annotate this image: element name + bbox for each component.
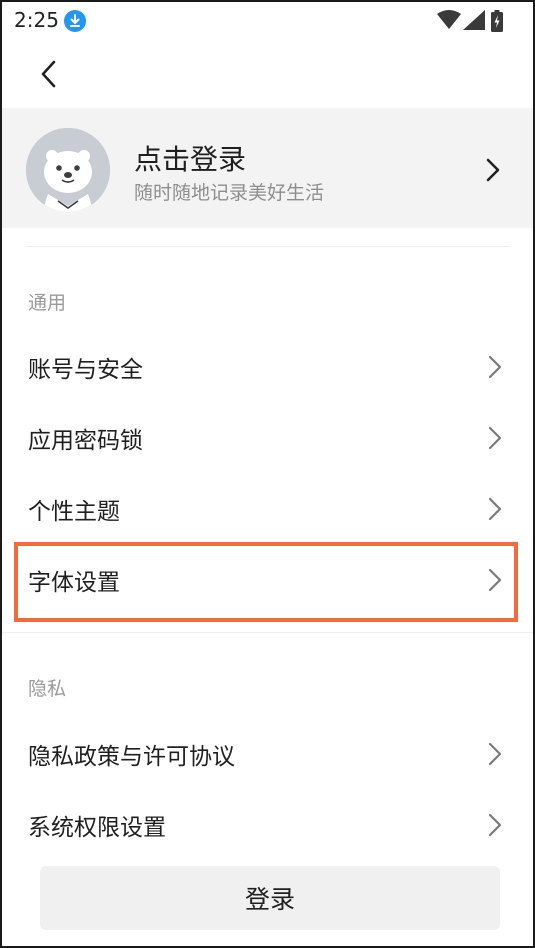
settings-item-theme[interactable]: 个性主题 bbox=[2, 474, 533, 544]
back-button[interactable] bbox=[32, 56, 68, 92]
settings-item-system-permissions[interactable]: 系统权限设置 bbox=[2, 790, 533, 860]
divider bbox=[26, 246, 510, 247]
status-bar: 2:25 bbox=[2, 2, 533, 42]
settings-item-label: 隐私政策与许可协议 bbox=[28, 744, 235, 770]
settings-item-app-lock[interactable]: 应用密码锁 bbox=[2, 403, 533, 473]
settings-item-account-security[interactable]: 账号与安全 bbox=[2, 332, 533, 402]
download-icon bbox=[64, 10, 86, 32]
chevron-right-icon bbox=[488, 355, 502, 379]
profile-title: 点击登录 bbox=[134, 143, 247, 176]
settings-item-label: 个性主题 bbox=[28, 499, 120, 525]
chevron-right-icon bbox=[488, 813, 502, 837]
wifi-icon bbox=[437, 10, 461, 29]
profile-login-card[interactable]: 点击登录 随时随地记录美好生活 bbox=[2, 108, 533, 228]
highlight-box bbox=[14, 542, 518, 622]
login-button[interactable]: 登录 bbox=[40, 866, 500, 930]
section-label-general: 通用 bbox=[28, 292, 67, 314]
otter-avatar-icon bbox=[26, 128, 110, 212]
avatar bbox=[26, 128, 110, 212]
profile-subtitle: 随时随地记录美好生活 bbox=[134, 182, 325, 204]
chevron-right-icon bbox=[488, 426, 502, 450]
status-time: 2:25 bbox=[14, 8, 59, 32]
divider bbox=[2, 632, 533, 633]
back-chevron-icon bbox=[41, 60, 56, 88]
settings-item-label: 账号与安全 bbox=[28, 357, 143, 383]
section-label-privacy: 隐私 bbox=[28, 678, 67, 700]
settings-item-privacy-policy[interactable]: 隐私政策与许可协议 bbox=[2, 719, 533, 789]
signal-icon bbox=[463, 10, 485, 30]
settings-item-label: 系统权限设置 bbox=[28, 815, 166, 841]
chevron-right-icon bbox=[486, 158, 500, 182]
chevron-right-icon bbox=[488, 742, 502, 766]
chevron-right-icon bbox=[488, 497, 502, 521]
battery-icon bbox=[491, 10, 503, 32]
settings-item-label: 应用密码锁 bbox=[28, 428, 143, 454]
settings-screen: 2:25 点击登录 随时随地记录美好生活 通用 账号与安全 应用密码锁 个性主题… bbox=[0, 0, 535, 948]
